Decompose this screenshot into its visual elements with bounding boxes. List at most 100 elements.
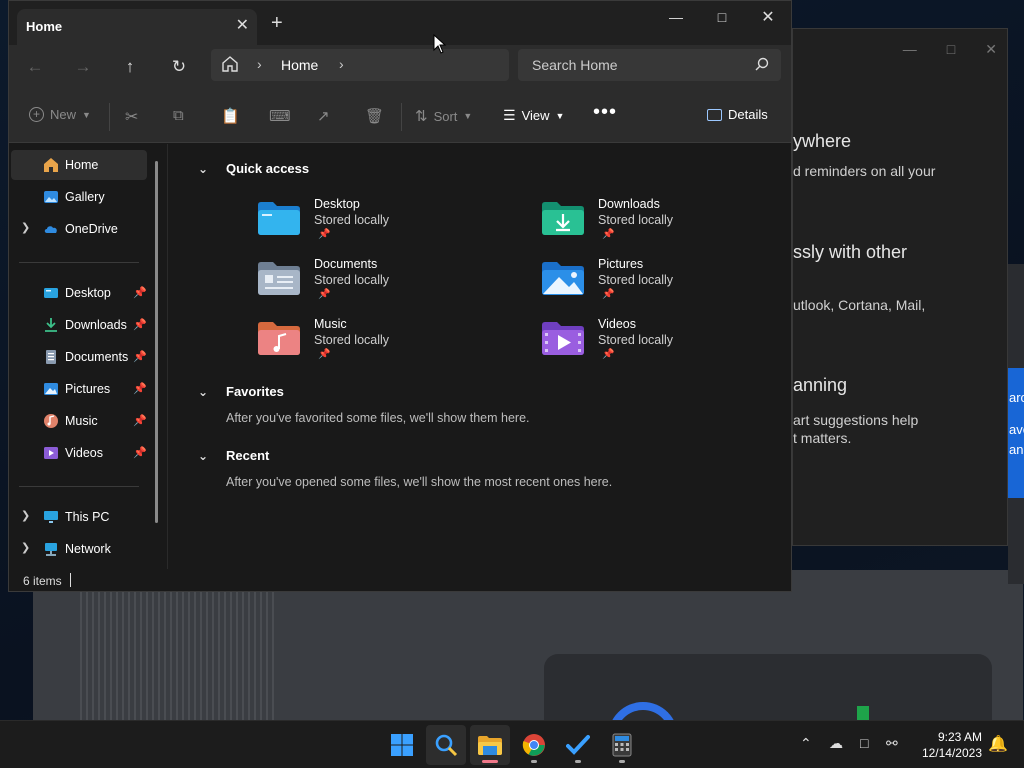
taskbar-file-explorer[interactable] xyxy=(470,725,510,765)
start-button[interactable] xyxy=(382,725,422,765)
tab-close-icon[interactable]: ✕ xyxy=(236,15,249,35)
onedrive-offline-icon[interactable]: ☁ xyxy=(829,735,843,752)
bw-text-2: utlook, Cortana, Mail, xyxy=(793,297,926,313)
pin-icon: 📌 xyxy=(318,229,331,240)
sidebar-item-desktop[interactable]: Desktop 📌 xyxy=(11,278,147,308)
running-indicator xyxy=(531,760,537,763)
search-box[interactable]: Search Home xyxy=(518,49,781,81)
taskbar-calculator[interactable] xyxy=(602,725,642,765)
search-icon[interactable] xyxy=(755,57,769,71)
breadcrumb-chevron-icon[interactable]: › xyxy=(257,56,262,72)
quick-access-item-documents[interactable]: Documents Stored locally 📌 xyxy=(257,257,517,313)
pictures-folder-icon xyxy=(542,262,584,295)
chevron-right-icon[interactable]: ❯ xyxy=(21,221,30,234)
details-button[interactable]: Details xyxy=(707,107,768,122)
recent-header[interactable]: ⌄ Recent xyxy=(198,448,269,463)
display-icon[interactable]: □ xyxy=(860,735,868,751)
maximize-icon[interactable]: □ xyxy=(947,41,955,58)
tab-home[interactable]: Home ✕ xyxy=(17,9,257,45)
favorites-header[interactable]: ⌄ Favorites xyxy=(198,384,284,399)
sidebar-item-onedrive[interactable]: ❯ OneDrive xyxy=(11,214,147,244)
share-icon[interactable]: ↗ xyxy=(317,107,330,125)
item-location: Stored locally xyxy=(598,213,674,227)
new-button[interactable]: + New ▼ xyxy=(29,107,91,122)
quick-access-item-downloads[interactable]: Downloads Stored locally 📌 xyxy=(541,197,801,253)
videos-folder-icon xyxy=(542,322,584,355)
back-arrow-icon[interactable]: ← xyxy=(19,53,51,81)
chevron-right-icon[interactable]: ❯ xyxy=(21,541,30,554)
background-window[interactable]: — □ ✕ ywhere d reminders on all your ssl… xyxy=(792,28,1008,546)
pin-icon[interactable]: 📌 xyxy=(133,318,147,331)
rename-icon[interactable]: ⌨ xyxy=(269,107,291,125)
sidebar-scrollbar[interactable] xyxy=(155,161,158,523)
quick-access-header[interactable]: ⌄ Quick access xyxy=(198,161,309,176)
taskbar-search-button[interactable] xyxy=(426,725,466,765)
quick-access-item-desktop[interactable]: Desktop Stored locally 📌 xyxy=(257,197,517,253)
sidebar-item-videos[interactable]: Videos 📌 xyxy=(11,438,147,468)
more-options-icon[interactable]: ••• xyxy=(593,101,617,124)
paste-icon[interactable]: 📋 xyxy=(221,107,240,125)
maximize-icon[interactable]: □ xyxy=(699,1,745,33)
minimize-icon[interactable]: — xyxy=(903,41,917,58)
sidebar-item-documents[interactable]: Documents 📌 xyxy=(11,342,147,372)
sidebar-item-pictures[interactable]: Pictures 📌 xyxy=(11,374,147,404)
sidebar-item-gallery[interactable]: Gallery xyxy=(11,182,147,212)
notification-bell-icon[interactable]: 🔔 xyxy=(988,734,1008,754)
close-icon[interactable]: ✕ xyxy=(985,41,997,58)
taskbar-todo[interactable] xyxy=(558,725,598,765)
home-icon[interactable] xyxy=(221,55,239,73)
chevron-right-icon[interactable]: ❯ xyxy=(21,509,30,522)
quick-access-item-pictures[interactable]: Pictures Stored locally 📌 xyxy=(541,257,801,313)
item-location: Stored locally xyxy=(314,213,390,227)
quick-access-item-music[interactable]: Music Stored locally 📌 xyxy=(257,317,517,373)
refresh-icon[interactable]: ↻ xyxy=(163,53,195,81)
quick-access-item-videos[interactable]: Videos Stored locally 📌 xyxy=(541,317,801,373)
sidebar-item-label: This PC xyxy=(65,510,110,524)
sidebar-item-this-pc[interactable]: ❯ This PC xyxy=(11,502,147,532)
desktop-folder-icon xyxy=(258,202,300,235)
network-disconnected-icon[interactable]: ⚯ xyxy=(886,735,898,752)
show-hidden-icons-chevron-icon[interactable]: ⌃ xyxy=(800,735,812,752)
close-icon[interactable]: ✕ xyxy=(745,1,791,33)
taskbar-chrome[interactable] xyxy=(514,725,554,765)
music-icon xyxy=(44,414,58,428)
pin-icon[interactable]: 📌 xyxy=(133,382,147,395)
chevron-down-icon: ⌄ xyxy=(198,384,209,399)
search-input[interactable]: Search Home xyxy=(532,57,618,73)
new-tab-icon[interactable]: + xyxy=(271,13,283,33)
sidebar-item-home[interactable]: Home xyxy=(11,150,147,180)
videos-icon xyxy=(44,447,58,459)
file-explorer-window[interactable]: Home ✕ + — □ ✕ ← → ↑ ↻ › Home › Search H… xyxy=(8,0,792,592)
pin-icon[interactable]: 📌 xyxy=(133,286,147,299)
system-clock[interactable]: 9:23 AM 12/14/2023 xyxy=(912,729,982,761)
item-location: Stored locally xyxy=(314,333,390,347)
pin-icon: 📌 xyxy=(318,349,331,360)
sidebar-item-network[interactable]: ❯ Network xyxy=(11,534,147,564)
cut-icon[interactable]: ✂ xyxy=(125,107,138,127)
pictures-icon xyxy=(44,383,58,395)
delete-icon[interactable]: 🗑 xyxy=(365,107,384,125)
view-button[interactable]: ☰ View ▼ xyxy=(503,107,564,124)
forward-arrow-icon[interactable]: → xyxy=(67,53,99,81)
chevron-down-icon: ▼ xyxy=(555,110,565,121)
breadcrumb[interactable]: Home xyxy=(281,57,318,73)
title-bar[interactable]: Home ✕ + — □ ✕ xyxy=(9,1,791,45)
sidebar-divider xyxy=(19,486,139,487)
sidebar-item-label: Music xyxy=(65,414,98,428)
desktop-folder-icon xyxy=(44,288,58,298)
sidebar-item-downloads[interactable]: Downloads 📌 xyxy=(11,310,147,340)
minimize-icon[interactable]: — xyxy=(653,1,699,33)
breadcrumb-chevron-icon[interactable]: › xyxy=(339,56,344,72)
sidebar-item-music[interactable]: Music 📌 xyxy=(11,406,147,436)
sort-button[interactable]: ⇅ Sort ▼ xyxy=(415,107,472,125)
item-name: Downloads xyxy=(598,197,660,211)
mouse-cursor-icon xyxy=(433,34,447,54)
pin-icon[interactable]: 📌 xyxy=(133,414,147,427)
copy-icon[interactable]: ⧉ xyxy=(173,107,184,124)
address-bar[interactable]: › Home › xyxy=(211,49,509,81)
pin-icon[interactable]: 📌 xyxy=(133,350,147,363)
item-location: Stored locally xyxy=(598,333,674,347)
pin-icon[interactable]: 📌 xyxy=(133,446,147,459)
up-arrow-icon[interactable]: ↑ xyxy=(114,53,146,81)
file-explorer-icon xyxy=(478,736,502,755)
